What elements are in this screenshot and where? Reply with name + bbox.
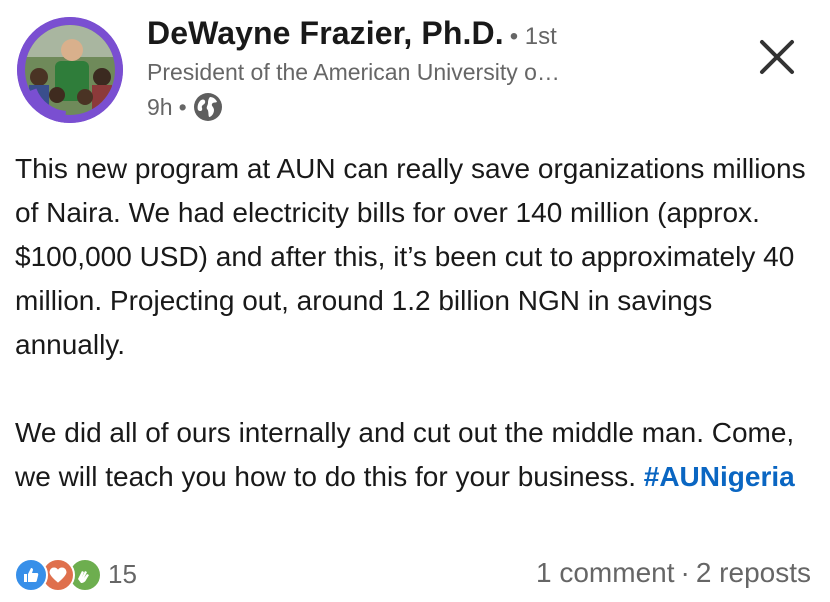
post-paragraph-1: This new program at AUN can really save …: [15, 153, 806, 360]
reaction-count: 15: [108, 558, 137, 589]
globe-icon: [193, 92, 223, 122]
meta-separator: •: [178, 93, 187, 120]
close-button[interactable]: [752, 32, 802, 82]
like-icon: [14, 558, 48, 592]
reposts-link[interactable]: 2 reposts: [696, 557, 811, 588]
stats-separator: ·: [680, 557, 690, 588]
close-icon: [760, 40, 794, 74]
post-body: This new program at AUN can really save …: [15, 147, 820, 499]
author-headline: President of the American University o…: [147, 59, 560, 85]
author-name[interactable]: DeWayne Frazier, Ph.D.: [147, 15, 504, 51]
author-avatar[interactable]: [17, 17, 123, 123]
reaction-icons: [14, 556, 106, 592]
comments-link[interactable]: 1 comment: [536, 557, 675, 588]
engagement-stats: 1 comment · 2 reposts: [536, 557, 811, 589]
post-paragraph-2: We did all of ours internally and cut ou…: [15, 411, 820, 499]
post-meta: 9h •: [147, 92, 223, 122]
hashtag-link[interactable]: #AUNigeria: [644, 461, 795, 492]
post-time: 9h: [147, 93, 173, 120]
connection-degree: • 1st: [509, 23, 557, 50]
author-name-row: DeWayne Frazier, Ph.D. • 1st: [147, 15, 557, 52]
reactions-summary[interactable]: 15: [14, 556, 137, 592]
